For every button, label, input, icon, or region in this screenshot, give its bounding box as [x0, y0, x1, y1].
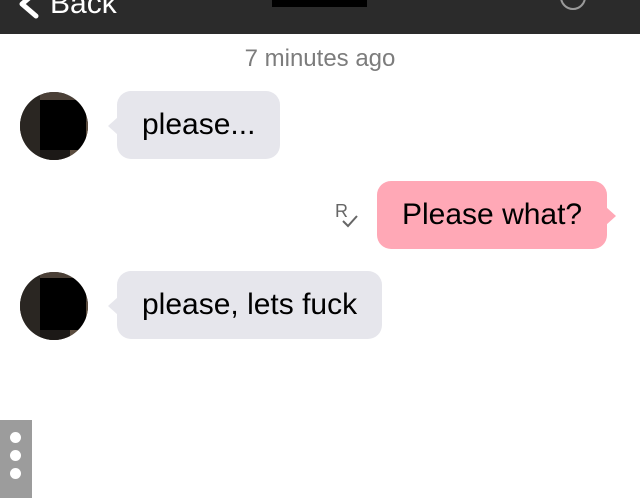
message-bubble-incoming[interactable]: please... — [108, 91, 281, 159]
circle-icon[interactable] — [560, 0, 586, 10]
redacted-title — [272, 0, 367, 7]
back-button[interactable]: Back — [16, 0, 117, 22]
chat-screen: Back 7 minutes ago please... R Please wh… — [0, 0, 640, 498]
chevron-left-icon — [19, 0, 39, 19]
sender-avatar[interactable] — [20, 272, 88, 340]
message-text: please... — [142, 108, 256, 141]
receipt-mark: R — [335, 201, 348, 221]
message-bubble-outgoing[interactable]: Please what? — [377, 181, 617, 249]
redaction-block — [40, 278, 86, 330]
message-text: please, lets fuck — [142, 288, 358, 321]
sender-avatar[interactable] — [20, 92, 88, 160]
back-label: Back — [50, 0, 117, 20]
side-menu-button[interactable] — [0, 420, 32, 498]
top-nav-bar: Back — [0, 0, 640, 34]
message-text: Please what? — [402, 198, 583, 231]
message-timestamp: 7 minutes ago — [244, 45, 396, 72]
read-receipt-icon: R — [335, 201, 358, 228]
message-bubble-incoming[interactable]: please, lets fuck — [108, 271, 383, 339]
redaction-block — [40, 100, 86, 150]
